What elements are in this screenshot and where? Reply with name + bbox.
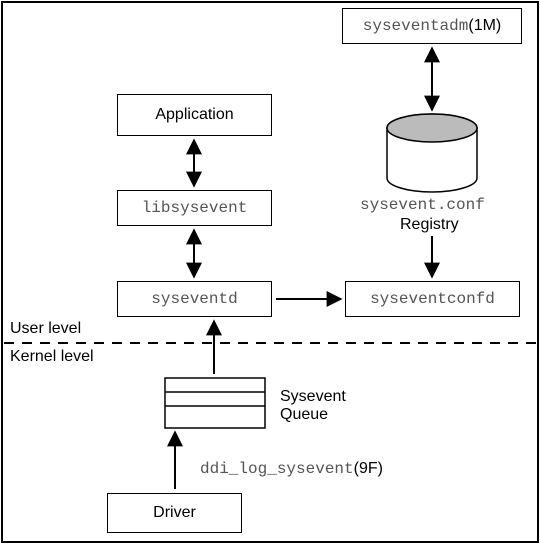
driver-label: Driver xyxy=(153,504,196,522)
syseventd-box: syseventd xyxy=(117,281,272,317)
syseventadm-box: syseventadm (1M) xyxy=(342,8,522,44)
application-label: Application xyxy=(155,106,233,124)
kernel-level-label: Kernel level xyxy=(10,348,94,366)
syseventadm-man: (1M) xyxy=(468,17,501,35)
queue-l1: Sysevent xyxy=(280,388,346,406)
registry-caption: Registry xyxy=(400,216,459,234)
sysevent-queue xyxy=(165,378,265,428)
queue-l2: Queue xyxy=(280,406,328,424)
user-level-label: User level xyxy=(10,320,81,338)
application-box: Application xyxy=(117,94,272,136)
syseventd-label: syseventd xyxy=(151,290,237,308)
syseventconfd-box: syseventconfd xyxy=(345,281,520,317)
registry-file: sysevent.conf xyxy=(360,196,485,214)
libsysevent-label: libsysevent xyxy=(142,199,248,217)
ddi-man: (9F) xyxy=(354,460,383,477)
ddi-cmd: ddi_log_sysevent xyxy=(200,460,354,478)
ddi-label: ddi_log_sysevent(9F) xyxy=(200,460,383,478)
syseventconfd-label: syseventconfd xyxy=(370,290,495,308)
libsysevent-box: libsysevent xyxy=(117,190,272,226)
syseventadm-cmd: syseventadm xyxy=(363,17,469,35)
registry-cylinder xyxy=(387,114,477,192)
driver-box: Driver xyxy=(107,493,242,533)
